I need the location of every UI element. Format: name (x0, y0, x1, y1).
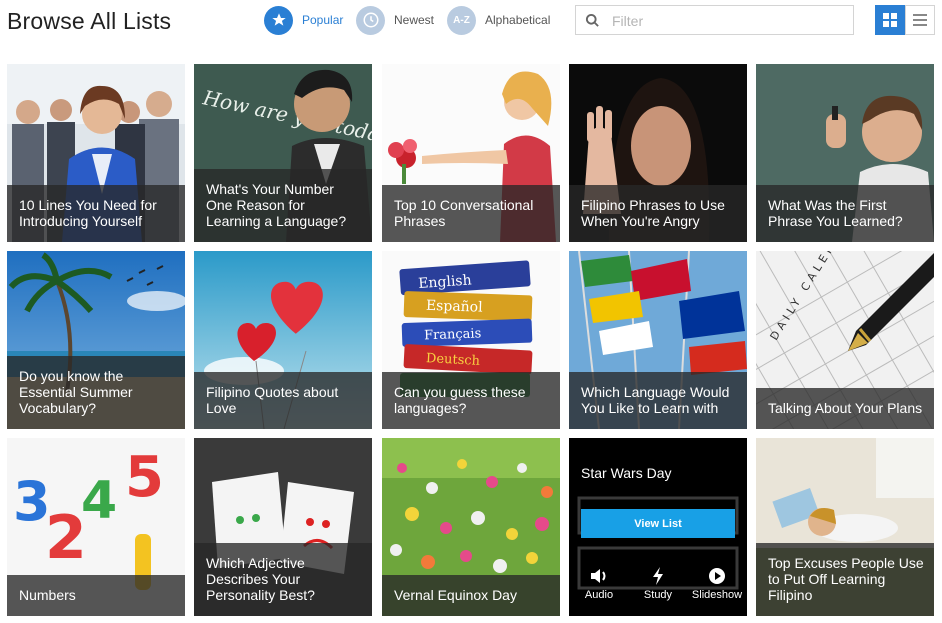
list-tile[interactable]: English Español Français Deutsch Can you… (382, 251, 560, 429)
star-icon (264, 5, 293, 35)
list-view-button[interactable] (905, 5, 935, 35)
active-tile-title: Star Wars Day (581, 465, 672, 481)
list-tile-caption: What Was the First Phrase You Learned? (756, 185, 934, 242)
list-tile[interactable]: Top 10 Conversational Phrases (382, 64, 560, 242)
filter-box (575, 5, 854, 35)
grid-view-button[interactable] (875, 5, 905, 35)
number-4-glyph: 4 (81, 471, 117, 531)
list-tile[interactable]: What Was the First Phrase You Learned? (756, 64, 934, 242)
clock-icon (356, 5, 385, 35)
slideshow-label: Slideshow (691, 589, 743, 601)
list-icon (913, 14, 927, 26)
grid-icon (883, 13, 897, 27)
header: Browse All Lists Popular Newest A-Z Alph… (0, 0, 942, 58)
list-tile[interactable]: Which Language Would You Like to Learn w… (569, 251, 747, 429)
page-title: Browse All Lists (7, 8, 172, 34)
list-tile[interactable]: DAILY CALENDAR Talking About Your Plans (756, 251, 934, 429)
list-tile[interactable]: 3 2 4 5 Numbers (7, 438, 185, 616)
list-tile-caption: Can you guess these languages? (382, 372, 560, 429)
list-tile[interactable]: How are you today! I'm fine What's Your … (194, 64, 372, 242)
sort-alphabetical-label: Alphabetical (485, 13, 551, 27)
play-icon (687, 566, 747, 586)
study-label: Study (643, 589, 673, 601)
sort-newest[interactable]: Newest (356, 5, 434, 35)
list-tile-caption: 10 Lines You Need for Introducing Yourse… (7, 185, 185, 242)
list-tile[interactable]: Which Adjective Describes Your Personali… (194, 438, 372, 616)
book-label: Español (426, 298, 484, 316)
list-tile-caption: What's Your Number One Reason for Learni… (194, 169, 372, 242)
list-tile[interactable]: Do you know the Essential Summer Vocabul… (7, 251, 185, 429)
lightning-icon (628, 566, 688, 586)
search-icon (585, 13, 599, 27)
list-tile[interactable]: Filipino Quotes about Love (194, 251, 372, 429)
list-tile-caption: Do you know the Essential Summer Vocabul… (7, 356, 185, 429)
number-5-glyph: 5 (125, 445, 164, 510)
audio-action[interactable]: Audio (569, 566, 629, 601)
list-tile-caption: Talking About Your Plans (756, 388, 934, 429)
slideshow-action[interactable]: Slideshow (687, 566, 747, 601)
list-tile[interactable]: Top Excuses People Use to Put Off Learni… (756, 438, 934, 616)
list-tile-caption: Which Language Would You Like to Learn w… (569, 372, 747, 429)
list-tile-caption: Vernal Equinox Day (382, 575, 560, 616)
list-tile[interactable]: Vernal Equinox Day (382, 438, 560, 616)
list-tile-caption: Filipino Quotes about Love (194, 372, 372, 429)
list-tile-caption: Filipino Phrases to Use When You're Angr… (569, 185, 747, 242)
audio-label: Audio (584, 589, 614, 601)
list-tile-caption: Which Adjective Describes Your Personali… (194, 543, 372, 616)
view-list-button[interactable]: View List (581, 509, 735, 538)
book-label: Deutsch (426, 351, 481, 369)
book-label: Français (424, 326, 482, 343)
list-tile-caption: Numbers (7, 575, 185, 616)
list-tile[interactable]: Filipino Phrases to Use When You're Angr… (569, 64, 747, 242)
a-z-icon: A-Z (447, 5, 476, 35)
list-tile[interactable]: 10 Lines You Need for Introducing Yourse… (7, 64, 185, 242)
sort-alphabetical[interactable]: A-Z Alphabetical (447, 5, 550, 35)
filter-input[interactable] (610, 10, 844, 32)
sort-popular[interactable]: Popular (264, 5, 343, 35)
list-tile-active[interactable]: Star Wars Day View List Audio Study Slid… (569, 438, 747, 616)
sort-popular-label: Popular (302, 13, 344, 27)
study-action[interactable]: Study (628, 566, 688, 601)
speaker-icon (569, 566, 629, 586)
sort-newest-label: Newest (394, 13, 435, 27)
list-tile-caption: Top 10 Conversational Phrases (382, 185, 560, 242)
list-tile-caption: Top Excuses People Use to Put Off Learni… (756, 543, 934, 616)
